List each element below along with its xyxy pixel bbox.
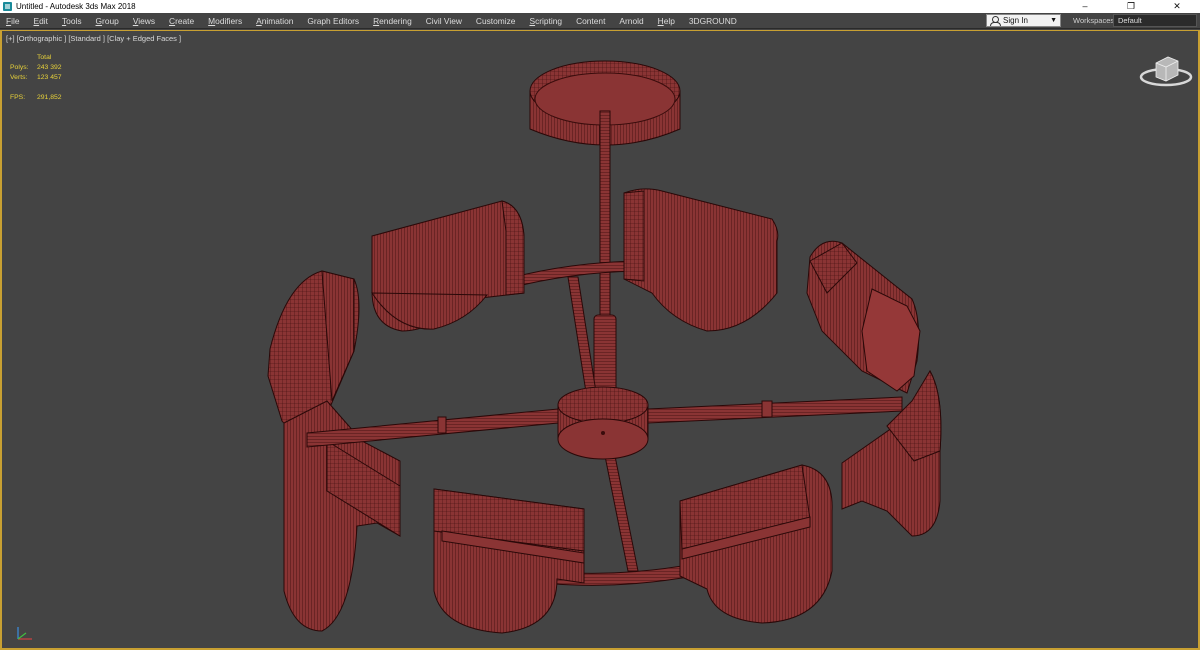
title-bar: Untitled - Autodesk 3ds Max 2018 – ❐ ✕ <box>0 0 1200 13</box>
restore-button[interactable]: ❐ <box>1108 0 1154 13</box>
chevron-down-icon: ▼ <box>1050 17 1057 24</box>
perspective-viewport[interactable]: [+] [Orthographic ] [Standard ] [Clay + … <box>0 30 1200 650</box>
window-title: Untitled - Autodesk 3ds Max 2018 <box>16 2 136 11</box>
chandelier-model[interactable] <box>2 31 1198 649</box>
shade-right-lower <box>841 369 942 537</box>
menu-item-content[interactable]: Content <box>570 13 613 29</box>
menu-item-animation[interactable]: Animation <box>250 13 301 29</box>
menu-item-arnold[interactable]: Arnold <box>613 13 651 29</box>
user-icon <box>990 16 1001 26</box>
workspaces-label: Workspaces: <box>1073 16 1117 25</box>
menu-item-tools[interactable]: Tools <box>56 13 90 29</box>
viewport-label[interactable]: [+] [Orthographic ] [Standard ] [Clay + … <box>6 34 181 43</box>
polys-value: 243 392 <box>37 64 62 71</box>
menu-item-3dground[interactable]: 3DGROUND <box>683 13 745 29</box>
menu-item-modifiers[interactable]: Modifiers <box>202 13 250 29</box>
menu-item-customize[interactable]: Customize <box>470 13 524 29</box>
shade-left-upper <box>267 270 360 431</box>
statistics-overlay: Total Polys: 243 392 Verts: 123 457 FPS: 29… <box>10 53 62 103</box>
shade-front-right <box>679 464 833 624</box>
app-icon[interactable] <box>3 2 12 11</box>
verts-label: Verts: <box>10 74 28 81</box>
fps-value: 291,852 <box>37 94 62 101</box>
menu-item-group[interactable]: Group <box>90 13 127 29</box>
central-hub <box>557 386 649 460</box>
menu-item-views[interactable]: Views <box>127 13 163 29</box>
sign-in-button[interactable]: Sign In ▼ <box>986 14 1061 27</box>
polys-label: Polys: <box>10 64 29 71</box>
shade-front-left <box>433 488 585 634</box>
fps-label: FPS: <box>10 94 26 101</box>
minimize-button[interactable]: – <box>1062 0 1108 13</box>
arm-right <box>647 396 903 424</box>
support-arm-front <box>603 450 639 572</box>
workspaces-value: Default <box>1118 16 1142 25</box>
shade-back-left <box>371 200 525 332</box>
menu-bar: File Edit Tools Group Views Create Modifiers An… <box>0 13 1200 29</box>
menu-item-edit[interactable]: Edit <box>28 13 56 29</box>
menu-item-civil-view[interactable]: Civil View <box>420 13 470 29</box>
close-button[interactable]: ✕ <box>1154 0 1200 13</box>
menu-item-scripting[interactable]: Scripting <box>523 13 570 29</box>
menu-item-rendering[interactable]: Rendering <box>367 13 420 29</box>
shade-right-upper <box>806 240 921 394</box>
menu-item-create[interactable]: Create <box>163 13 202 29</box>
sign-in-label: Sign In <box>1003 16 1028 25</box>
menu-item-file[interactable]: File <box>0 13 28 29</box>
viewcube-icon[interactable] <box>1138 51 1194 91</box>
shade-back-right <box>623 188 779 332</box>
menu-items: File Edit Tools Group Views Create Modifiers An… <box>0 13 745 29</box>
workspaces-dropdown[interactable]: Default <box>1113 14 1197 27</box>
menu-item-help[interactable]: Help <box>652 13 683 29</box>
menu-item-graph-editors[interactable]: Graph Editors <box>301 13 367 29</box>
axis-tripod-icon <box>17 627 32 640</box>
verts-value: 123 457 <box>37 74 62 81</box>
stats-header: Total <box>37 54 52 61</box>
down-rod <box>599 110 611 316</box>
